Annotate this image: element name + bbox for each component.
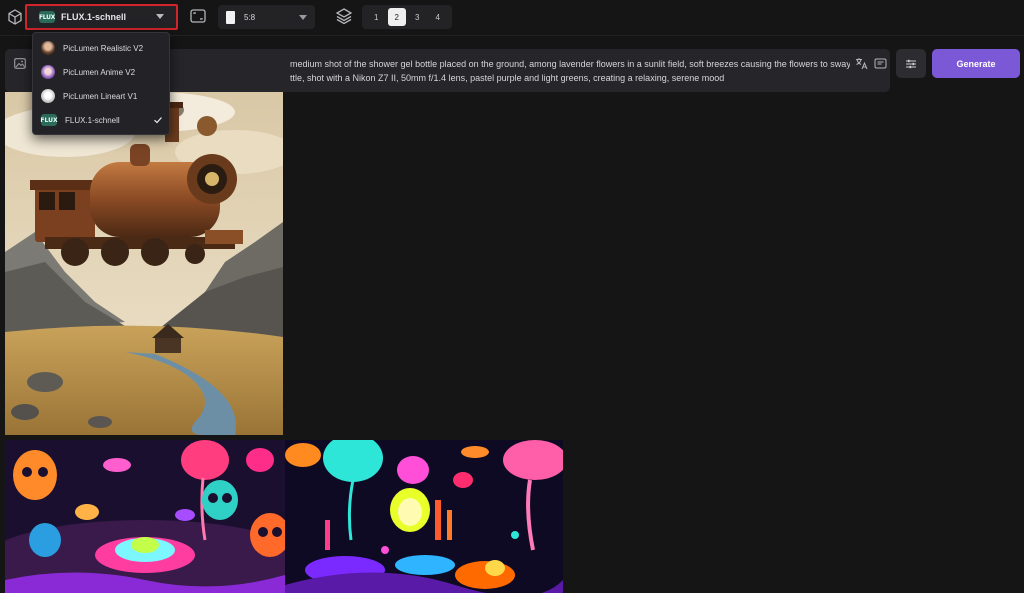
- model-option-label: PicLumen Anime V2: [63, 67, 136, 77]
- model-select-label: FLUX.1-schnell: [61, 12, 127, 22]
- generated-image-locomotive[interactable]: [5, 92, 283, 435]
- aspect-ratio-label: 5:8: [244, 12, 256, 22]
- layers-icon[interactable]: [335, 7, 353, 25]
- count-option-3[interactable]: 3: [408, 8, 426, 26]
- translate-icon[interactable]: [855, 57, 868, 70]
- avatar: [41, 65, 55, 79]
- sliders-icon: [906, 59, 916, 68]
- model-option-label: PicLumen Lineart V1: [63, 91, 138, 101]
- checkmark-icon: [154, 117, 162, 124]
- prompt-line: medium shot of the shower gel bottle pla…: [290, 59, 850, 69]
- image-count-selector: 1 2 3 4: [362, 5, 452, 29]
- top-toolbar: FLUX FLUX.1-schnell 5:8 1 2 3 4: [0, 0, 1024, 36]
- prompt-text[interactable]: medium shot of the shower gel bottle pla…: [290, 57, 850, 85]
- flux-logo-icon: FLUX: [40, 114, 58, 126]
- prompt-line: ttle, shot with a Nikon Z7 II, 50mm f/1.…: [290, 73, 725, 83]
- model-option-lineart-v1[interactable]: PicLumen Lineart V1: [33, 85, 169, 107]
- aspect-ratio-select[interactable]: 5:8: [218, 5, 315, 29]
- model-option-flux-schnell[interactable]: FLUX FLUX.1-schnell: [33, 109, 169, 131]
- chevron-down-icon: [156, 14, 164, 19]
- generated-image-psychedelic-forest[interactable]: [285, 440, 563, 593]
- model-option-label: FLUX.1-schnell: [65, 115, 120, 125]
- settings-button[interactable]: [896, 49, 926, 78]
- avatar: [41, 89, 55, 103]
- model-option-realistic-v2[interactable]: PicLumen Realistic V2: [33, 37, 169, 59]
- aspect-icon[interactable]: [190, 9, 206, 23]
- generated-image-psychedelic-skulls[interactable]: [5, 440, 285, 593]
- prompt-enhance-icon[interactable]: [874, 57, 887, 70]
- image-upload-icon[interactable]: [14, 58, 26, 69]
- model-dropdown-menu: PicLumen Realistic V2 PicLumen Anime V2 …: [32, 32, 170, 135]
- portrait-ratio-icon: [226, 10, 235, 24]
- count-option-2[interactable]: 2: [387, 8, 406, 26]
- chevron-down-icon: [299, 15, 307, 20]
- model-option-label: PicLumen Realistic V2: [63, 43, 144, 53]
- count-option-4[interactable]: 4: [429, 8, 447, 26]
- avatar: [41, 41, 55, 55]
- cube-icon[interactable]: [6, 8, 24, 26]
- count-option-1[interactable]: 1: [367, 8, 385, 26]
- model-select[interactable]: FLUX FLUX.1-schnell: [25, 4, 178, 30]
- model-option-anime-v2[interactable]: PicLumen Anime V2: [33, 61, 169, 83]
- generate-button[interactable]: Generate: [932, 49, 1020, 78]
- flux-logo-icon: FLUX: [39, 11, 55, 23]
